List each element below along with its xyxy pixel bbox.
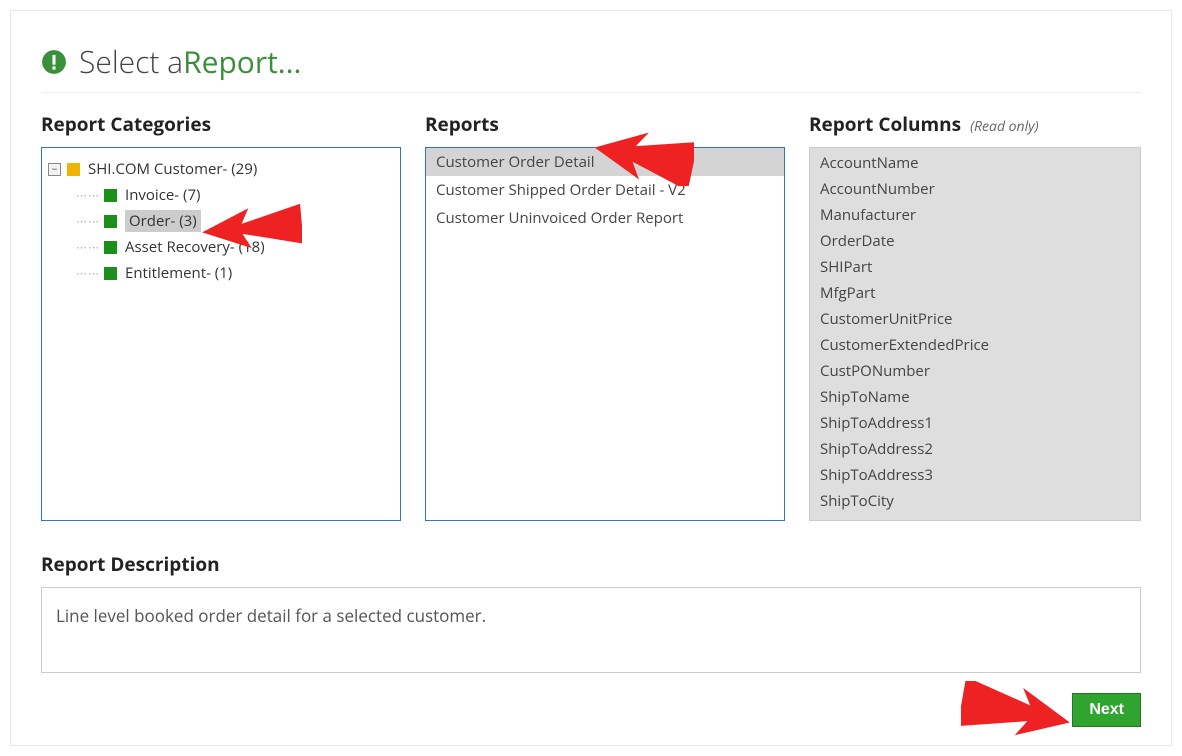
column-item: Manufacturer: [810, 202, 1140, 228]
column-item: ShipToCity: [810, 488, 1140, 514]
tree-item-label[interactable]: Asset Recovery- (18): [125, 237, 265, 257]
column-item: CustomerUnitPrice: [810, 306, 1140, 332]
tree-branch-icon: ⋯⋯: [76, 266, 100, 281]
tree-branch-icon: ⋯⋯: [76, 188, 100, 203]
column-item: SHIPart: [810, 254, 1140, 280]
tree-item-invoice[interactable]: ⋯⋯ Invoice- (7): [76, 182, 394, 208]
tree-branch-icon: ⋯⋯: [76, 214, 100, 229]
column-item: ShipToAddress3: [810, 462, 1140, 488]
next-button[interactable]: Next: [1072, 693, 1141, 727]
description-text: Line level booked order detail for a sel…: [56, 604, 486, 627]
tree-item-label[interactable]: Order- (3): [125, 210, 201, 232]
categories-panel: − SHI.COM Customer- (29) ⋯⋯ Invoice- (7)…: [41, 147, 401, 521]
readonly-label: (Read only): [970, 117, 1039, 136]
tree-root[interactable]: − SHI.COM Customer- (29): [48, 156, 394, 182]
title-highlight: Report: [183, 41, 278, 82]
column-item: ShipToName: [810, 384, 1140, 410]
report-item-customer-uninvoiced-order-report[interactable]: Customer Uninvoiced Order Report: [426, 204, 784, 232]
tree-branch-icon: ⋯⋯: [76, 240, 100, 255]
tree-item-asset-recovery[interactable]: ⋯⋯ Asset Recovery- (18): [76, 234, 394, 260]
description-header: Report Description: [41, 551, 1141, 577]
column-item: AccountName: [810, 150, 1140, 176]
title-suffix: ...: [278, 41, 302, 82]
page-title: Select a Report ...: [41, 41, 1141, 93]
category-icon: [104, 215, 117, 228]
column-item: ShipToAddress2: [810, 436, 1140, 462]
annotation-arrow-icon: [961, 681, 1071, 746]
tree-item-label[interactable]: Entitlement- (1): [125, 263, 232, 283]
category-icon: [104, 241, 117, 254]
reports-header: Reports: [425, 111, 785, 137]
columns-header: Report Columns (Read only): [809, 111, 1141, 137]
tree-item-label[interactable]: Invoice- (7): [125, 185, 200, 205]
categories-header: Report Categories: [41, 111, 401, 137]
columns-panel[interactable]: AccountName AccountNumber Manufacturer O…: [809, 147, 1141, 521]
tree-item-order[interactable]: ⋯⋯ Order- (3): [76, 208, 394, 234]
collapse-icon[interactable]: −: [48, 163, 61, 176]
alert-circle-icon: [41, 49, 67, 75]
column-item: CustPONumber: [810, 358, 1140, 384]
column-item: ShipToStateProvince: [810, 514, 1140, 521]
column-item: MfgPart: [810, 280, 1140, 306]
reports-panel: Customer Order Detail Customer Shipped O…: [425, 147, 785, 521]
column-item: ShipToAddress1: [810, 410, 1140, 436]
folder-icon: [67, 163, 80, 176]
column-item: OrderDate: [810, 228, 1140, 254]
tree-item-entitlement[interactable]: ⋯⋯ Entitlement- (1): [76, 260, 394, 286]
column-item: CustomerExtendedPrice: [810, 332, 1140, 358]
report-item-customer-shipped-order-detail[interactable]: Customer Shipped Order Detail - V2: [426, 176, 784, 204]
category-icon: [104, 267, 117, 280]
report-item-customer-order-detail[interactable]: Customer Order Detail: [426, 148, 784, 176]
description-box: Line level booked order detail for a sel…: [41, 587, 1141, 673]
title-prefix: Select a: [79, 41, 183, 82]
column-item: AccountNumber: [810, 176, 1140, 202]
tree-root-label[interactable]: SHI.COM Customer- (29): [88, 159, 257, 179]
category-icon: [104, 189, 117, 202]
